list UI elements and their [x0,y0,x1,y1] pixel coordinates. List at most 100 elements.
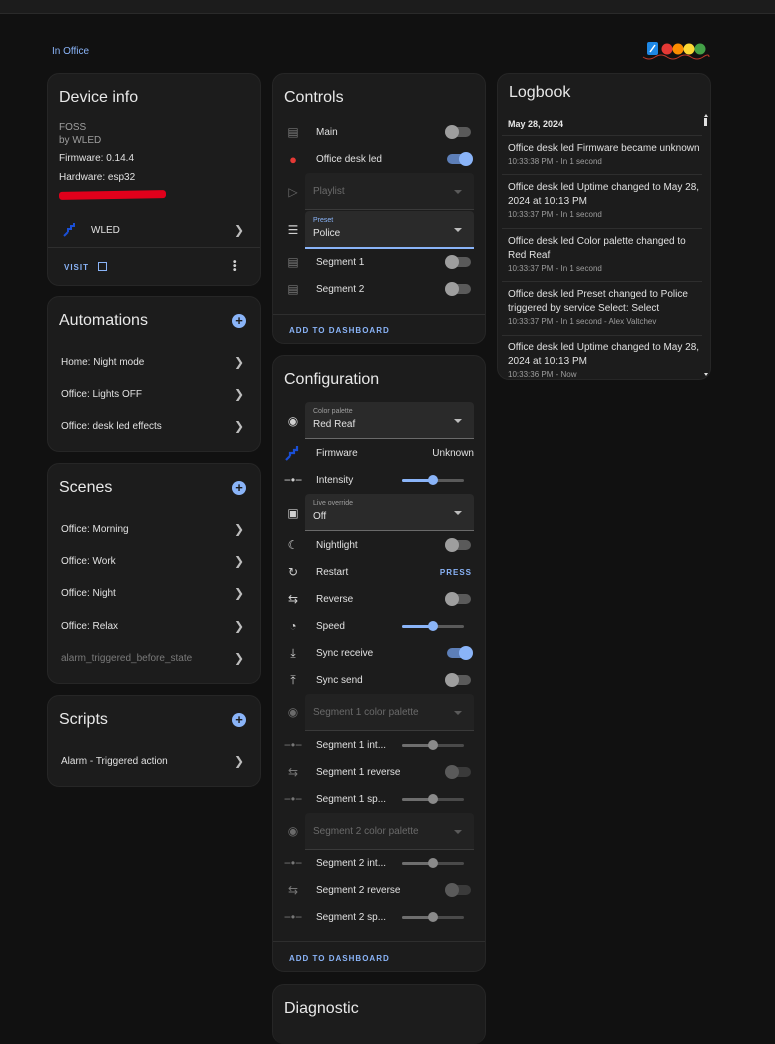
segment1-color-palette-select[interactable]: Segment 1 color palette [305,694,474,731]
segment1-row[interactable]: ▤ Segment 1 [273,253,485,271]
sync-send-toggle[interactable] [445,673,471,687]
playlist-select[interactable]: Playlist [305,173,474,210]
slider-icon: −•− [283,473,303,487]
integration-row[interactable]: WLED ❯ [48,220,260,240]
office-desk-led-toggle[interactable] [447,152,473,166]
divider [502,228,702,229]
scroll-down-icon[interactable] [704,373,708,376]
segment2-toggle[interactable] [445,282,471,296]
open-in-new-icon [98,262,108,271]
scene-item[interactable]: alarm_triggered_before_state ❯ [48,648,260,668]
scene-item-label: Office: Night [61,587,116,599]
restart-label: Restart [316,566,349,578]
segment1-speed-row: −•− Segment 1 sp... [273,790,485,808]
nightlight-toggle[interactable] [445,538,471,552]
automation-item[interactable]: Home: Night mode ❯ [48,352,260,372]
segment2-intensity-slider[interactable] [402,858,464,868]
log-entry[interactable]: Office desk led Uptime changed to May 28… [508,341,702,379]
scene-item[interactable]: Office: Morning ❯ [48,519,260,539]
color-palette-label: Color palette [313,408,353,415]
add-to-dashboard-button[interactable]: ADD TO DASHBOARD [289,954,390,963]
log-entry[interactable]: Office desk led Uptime changed to May 28… [508,181,702,221]
segment2-reverse-toggle[interactable] [445,883,471,897]
segment2-row[interactable]: ▤ Segment 2 [273,280,485,298]
sync-send-row[interactable]: ⤒ Sync send [273,671,485,689]
scrollbar[interactable] [704,114,708,128]
segment2-speed-slider[interactable] [402,912,464,922]
scene-item[interactable]: Office: Relax ❯ [48,616,260,636]
dropdown-arrow-icon [454,190,462,194]
log-entry-meta: 10:33:36 PM - Now [508,370,577,379]
live-override-select[interactable]: Live override Off [305,494,474,531]
press-button[interactable]: PRESS [440,568,472,577]
script-item-label: Alarm - Triggered action [61,755,168,767]
device-manufacturer: by WLED [59,135,102,146]
led-strip-icon: ▤ [287,282,299,296]
segment1-intensity-slider[interactable] [402,740,464,750]
color-palette-select[interactable]: Color palette Red Reaf [305,402,474,439]
automation-item-label: Home: Night mode [61,356,145,368]
main-toggle[interactable] [445,125,471,139]
configuration-title: Configuration [284,371,380,388]
log-entry[interactable]: Office desk led Preset changed to Police… [508,288,702,328]
log-entry[interactable]: Office desk led Firmware became unknown … [508,142,702,168]
scenes-title: Scenes [59,479,113,496]
divider [502,135,702,136]
sync-receive-row[interactable]: ⤓ Sync receive [273,644,485,662]
add-scene-icon[interactable]: + [232,481,246,495]
more-options-icon[interactable]: • • • [233,258,237,276]
automation-item[interactable]: Office: Lights OFF ❯ [48,384,260,404]
log-entry[interactable]: Office desk led Color palette changed to… [508,235,702,275]
reverse-row[interactable]: ⇆ Reverse [273,590,485,608]
segment1-reverse-row[interactable]: ⇆ Segment 1 reverse [273,763,485,781]
log-entry-text: Office desk led Uptime changed to May 28… [508,182,700,207]
speed-slider[interactable] [402,621,464,631]
logbook-title: Logbook [509,84,571,101]
automations-card: Automations + Home: Night mode ❯ Office: … [47,296,261,452]
segment2-reverse-row[interactable]: ⇆ Segment 2 reverse [273,881,485,899]
visit-button[interactable]: VISIT [64,262,108,272]
chevron-right-icon: ❯ [233,387,244,401]
redaction-mark [58,190,167,200]
led-icon: ● [289,151,297,167]
controls-title: Controls [284,89,344,106]
add-automation-icon[interactable]: + [232,314,246,328]
preset-select[interactable]: Preset Police [305,211,474,249]
script-item[interactable]: Alarm - Triggered action ❯ [48,751,260,771]
slider-icon: −•− [283,792,303,806]
reverse-label: Reverse [316,593,354,605]
chevron-right-icon: ❯ [233,754,244,768]
nightlight-row[interactable]: ☾ Nightlight [273,536,485,554]
office-desk-led-row[interactable]: ● Office desk led [273,150,485,168]
speed-row: ◔ Speed [273,617,485,635]
scenes-card: Scenes + Office: Morning ❯ Office: Work ❯ … [47,463,261,684]
segment2-color-palette-select[interactable]: Segment 2 color palette [305,813,474,850]
diagnostic-title: Diagnostic [284,1000,359,1017]
segment1-intensity-row: −•− Segment 1 int... [273,736,485,754]
add-to-dashboard-button[interactable]: ADD TO DASHBOARD [289,326,390,335]
segment2-intensity-row: −•− Segment 2 int... [273,854,485,872]
scene-item[interactable]: Office: Work ❯ [48,551,260,571]
segment1-toggle[interactable] [445,255,471,269]
reverse-toggle[interactable] [445,592,471,606]
automation-item[interactable]: Office: desk led effects ❯ [48,416,260,436]
chevron-right-icon: ❯ [233,223,244,237]
sync-receive-toggle[interactable] [447,646,473,660]
area-link[interactable]: In Office [52,46,89,57]
main-row[interactable]: ▤ Main [273,123,485,141]
add-script-icon[interactable]: + [232,713,246,727]
intensity-slider[interactable] [402,475,464,485]
palette-icon: ◉ [287,824,299,838]
sync-receive-label: Sync receive [316,647,374,659]
divider [502,174,702,175]
scene-item-label: Office: Morning [61,523,129,535]
integration-label: WLED [91,224,120,236]
scene-item[interactable]: Office: Night ❯ [48,583,260,603]
speedometer-icon: ◔ [289,619,297,633]
firmware-row[interactable]: Firmware Unknown [273,444,485,462]
segment1-speed-slider[interactable] [402,794,464,804]
configuration-card: Configuration ◉ Color palette Red Reaf F… [272,355,486,972]
chevron-right-icon: ❯ [233,355,244,369]
segment2-label: Segment 2 [316,283,365,295]
segment1-reverse-toggle[interactable] [445,765,471,779]
